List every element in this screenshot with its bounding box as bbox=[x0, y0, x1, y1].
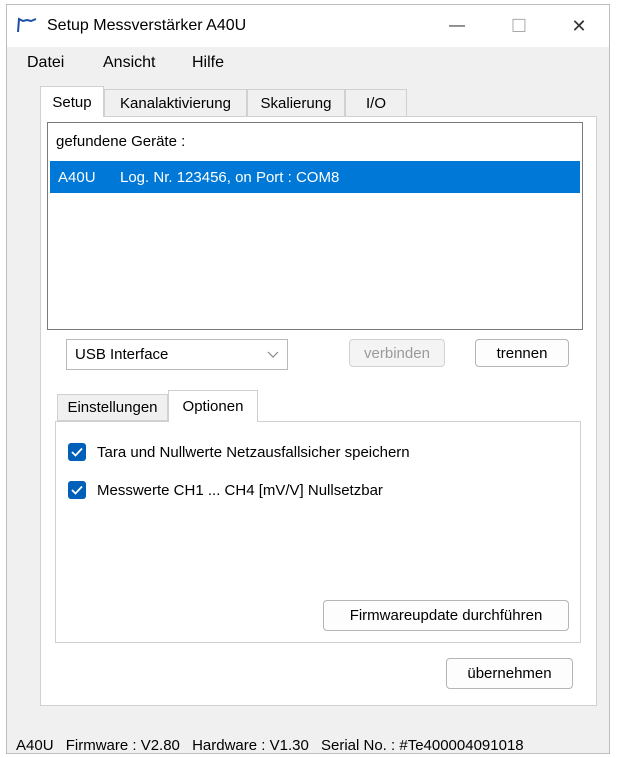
checkmark-icon bbox=[71, 485, 83, 495]
minimize-button[interactable]: — bbox=[427, 5, 487, 47]
device-info: Log. Nr. 123456, on Port : COM8 bbox=[120, 169, 340, 186]
device-list[interactable]: gefundene Geräte : A40U Log. Nr. 123456,… bbox=[47, 122, 583, 330]
close-button[interactable]: ✕ bbox=[549, 5, 609, 47]
tab-einstellungen[interactable]: Einstellungen bbox=[57, 394, 168, 421]
window-title: Setup Messverstärker A40U bbox=[47, 17, 247, 34]
menu-bar: Datei Ansicht Hilfe bbox=[7, 47, 609, 77]
option-row-messwerte[interactable]: Messwerte CH1 ... CH4 [mV/V] Nullsetzbar bbox=[68, 479, 383, 501]
status-bar: A40U Firmware : V2.80 Hardware : V1.30 S… bbox=[16, 737, 532, 754]
device-name: A40U bbox=[58, 169, 96, 186]
tab-kanalaktivierung[interactable]: Kanalaktivierung bbox=[104, 89, 247, 117]
apply-button[interactable]: übernehmen bbox=[446, 658, 573, 689]
maximize-icon: ☐ bbox=[510, 15, 528, 36]
firmware-update-button[interactable]: Firmwareupdate durchführen bbox=[323, 600, 569, 631]
device-list-header: gefundene Geräte : bbox=[56, 133, 186, 150]
interface-select-value: USB Interface bbox=[75, 346, 169, 363]
tab-skalierung[interactable]: Skalierung bbox=[247, 89, 345, 117]
menu-hilfe[interactable]: Hilfe bbox=[192, 54, 224, 72]
status-firmware: Firmware : V2.80 bbox=[65, 737, 180, 754]
minimize-icon: — bbox=[449, 17, 465, 34]
menu-datei[interactable]: Datei bbox=[27, 54, 64, 72]
tab-optionen[interactable]: Optionen bbox=[168, 390, 258, 422]
tab-setup[interactable]: Setup bbox=[40, 86, 104, 117]
menu-ansicht[interactable]: Ansicht bbox=[103, 54, 155, 72]
connect-button[interactable]: verbinden bbox=[349, 339, 445, 367]
status-serial: Serial No. : #Te400004091018 bbox=[320, 737, 524, 754]
chevron-down-icon bbox=[267, 351, 279, 358]
title-bar: Setup Messverstärker A40U — ☐ ✕ bbox=[7, 5, 609, 47]
checkmark-icon bbox=[71, 447, 83, 457]
status-hardware: Hardware : V1.30 bbox=[192, 737, 309, 754]
tab-io[interactable]: I/O bbox=[345, 89, 407, 117]
status-device: A40U bbox=[16, 737, 54, 754]
checkbox-tara-label: Tara und Nullwerte Netzausfallsicher spe… bbox=[97, 443, 410, 461]
maximize-button[interactable]: ☐ bbox=[489, 5, 549, 47]
disconnect-button[interactable]: trennen bbox=[475, 339, 569, 367]
option-row-tara[interactable]: Tara und Nullwerte Netzausfallsicher spe… bbox=[68, 441, 410, 463]
checkbox-messwerte-label: Messwerte CH1 ... CH4 [mV/V] Nullsetzbar bbox=[97, 481, 383, 499]
close-icon: ✕ bbox=[571, 15, 587, 36]
checkbox-messwerte[interactable] bbox=[68, 481, 86, 499]
checkbox-tara[interactable] bbox=[68, 443, 86, 461]
list-item[interactable]: A40U Log. Nr. 123456, on Port : COM8 bbox=[50, 161, 580, 193]
interface-select[interactable]: USB Interface bbox=[66, 339, 288, 370]
app-icon bbox=[17, 17, 37, 33]
